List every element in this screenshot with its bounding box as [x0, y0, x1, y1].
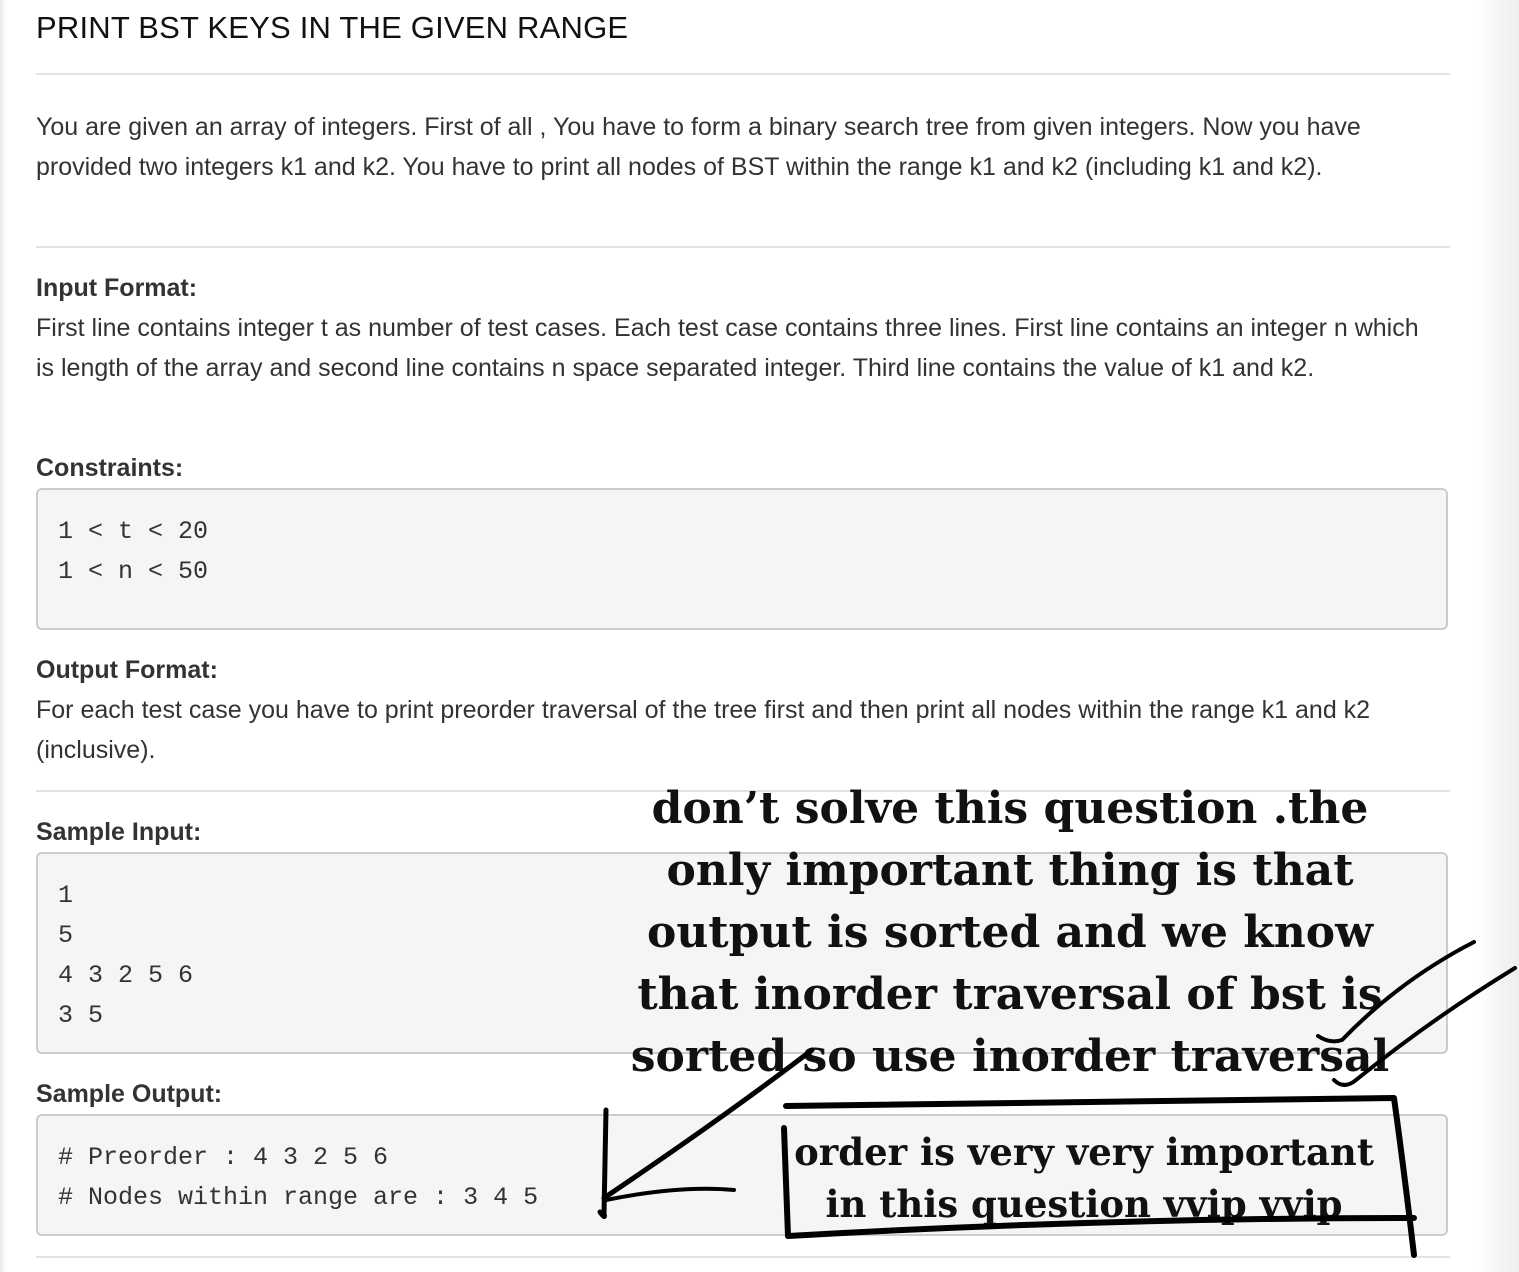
- divider: [36, 73, 1450, 75]
- right-scroll-area[interactable]: [1478, 0, 1519, 1272]
- handwritten-boxed-note: order is very very important in this que…: [794, 1130, 1374, 1226]
- divider: [36, 1256, 1450, 1258]
- problem-title: PRINT BST KEYS IN THE GIVEN RANGE: [36, 10, 629, 45]
- page-left-shadow: [0, 0, 6, 1272]
- divider: [36, 246, 1450, 248]
- constraint-line: 1 < t < 20: [58, 517, 209, 546]
- handwritten-note: don’t solve this question .the only impo…: [630, 783, 1390, 1082]
- constraints-box: 1 < t < 20 1 < n < 50: [36, 488, 1448, 630]
- output-format-text: For each test case you have to print pre…: [36, 696, 1371, 764]
- input-format-heading: Input Format:: [36, 274, 198, 302]
- problem-description: You are given an array of integers. Firs…: [36, 113, 1361, 181]
- sample-input-heading: Sample Input:: [36, 818, 202, 846]
- output-format-heading: Output Format:: [36, 656, 218, 684]
- sample-output-heading: Sample Output:: [36, 1080, 223, 1108]
- constraint-line: 1 < n < 50: [58, 557, 209, 586]
- constraints-heading: Constraints:: [36, 454, 184, 482]
- input-format-text: First line contains integer t as number …: [36, 314, 1419, 382]
